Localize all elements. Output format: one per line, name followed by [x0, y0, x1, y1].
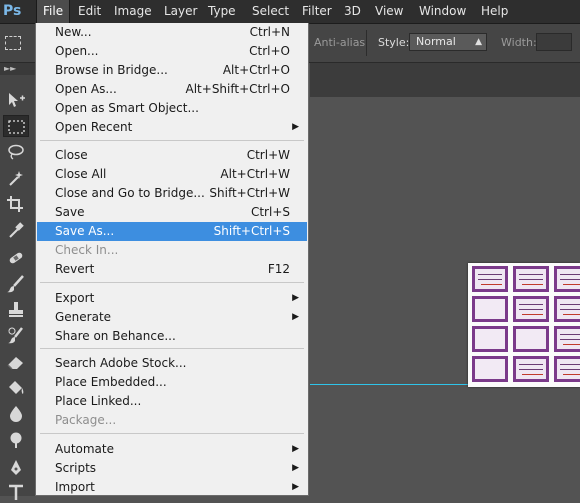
chevron-updown-icon: ▲︎ — [475, 37, 482, 47]
menu-item-import[interactable]: Import ▶ — [37, 478, 307, 497]
paint-bucket-tool-icon[interactable] — [3, 377, 29, 399]
card-2-2 — [513, 296, 549, 322]
card-4-3 — [554, 356, 580, 382]
dodge-tool-icon[interactable] — [3, 429, 29, 451]
submenu-arrow-icon: ▶ — [292, 444, 299, 454]
menu-item-search-adobe-stock[interactable]: Search Adobe Stock... — [37, 354, 307, 373]
healing-brush-tool-icon[interactable] — [3, 247, 29, 269]
menu-item-save-as[interactable]: Save As... Shift+Ctrl+S — [37, 222, 307, 241]
menu-item-revert[interactable]: Revert F12 — [37, 260, 307, 279]
menu-item-generate[interactable]: Generate ▶ — [37, 308, 307, 327]
menu-help[interactable]: Help — [475, 0, 514, 23]
document-tab-strip — [310, 63, 580, 97]
menu-file[interactable]: File — [36, 0, 70, 23]
menu-item-place-embedded[interactable]: Place Embedded... — [37, 373, 307, 392]
menu-item-place-linked[interactable]: Place Linked... — [37, 392, 307, 411]
menu-type[interactable]: Type — [202, 0, 242, 23]
width-input[interactable] — [536, 33, 572, 51]
marquee-preset-icon[interactable] — [5, 36, 21, 50]
menu-item-browse-in-bridge[interactable]: Browse in Bridge... Alt+Ctrl+O — [37, 61, 307, 80]
file-menu-dropdown: New... Ctrl+N Open... Ctrl+O Browse in Bri… — [35, 23, 309, 496]
card-1-2 — [513, 266, 549, 292]
menu-item-close-and-go-to-bridge[interactable]: Close and Go to Bridge... Shift+Ctrl+W — [37, 184, 307, 203]
menu-item-new[interactable]: New... Ctrl+N — [37, 23, 307, 42]
menu-item-save[interactable]: Save Ctrl+S — [37, 203, 307, 222]
eraser-tool-icon[interactable] — [3, 351, 29, 373]
menu-item-open-recent[interactable]: Open Recent ▶ — [37, 118, 307, 137]
card-3-2 — [513, 326, 549, 352]
menu-bar: Ps File Edit Image Layer Type Select Fil… — [0, 0, 580, 24]
pen-tool-icon[interactable] — [3, 457, 29, 479]
card-4-1 — [472, 356, 508, 382]
submenu-arrow-icon: ▶ — [292, 312, 299, 322]
blur-tool-icon[interactable] — [3, 403, 29, 425]
options-divider — [366, 30, 367, 56]
menu-image[interactable]: Image — [108, 0, 158, 23]
photoshop-logo: Ps — [3, 3, 22, 19]
card-2-1 — [472, 296, 508, 322]
submenu-arrow-icon: ▶ — [292, 463, 299, 473]
card-3-3 — [554, 326, 580, 352]
card-3-1 — [472, 326, 508, 352]
clone-stamp-tool-icon[interactable] — [3, 299, 29, 321]
menu-item-open-as[interactable]: Open As... Alt+Shift+Ctrl+O — [37, 80, 307, 99]
menu-select[interactable]: Select — [246, 0, 295, 23]
move-tool-icon[interactable] — [3, 89, 29, 111]
menu-item-package: Package... — [55, 413, 117, 427]
menu-item-open[interactable]: Open... Ctrl+O — [37, 42, 307, 61]
menu-edit[interactable]: Edit — [72, 0, 107, 23]
style-label: Style: — [378, 36, 410, 49]
card-1-1 — [472, 266, 508, 292]
panel-collapse-icon[interactable]: ►► — [0, 63, 35, 75]
marquee-tool-icon[interactable] — [3, 115, 29, 137]
history-brush-tool-icon[interactable] — [3, 325, 29, 347]
style-select-value: Normal — [416, 35, 456, 48]
card-2-3 — [554, 296, 580, 322]
menu-item-close-all[interactable]: Close All Alt+Ctrl+W — [37, 165, 307, 184]
menu-item-open-as-smart-object[interactable]: Open as Smart Object... — [37, 99, 307, 118]
menu-item-automate[interactable]: Automate ▶ — [37, 440, 307, 459]
menu-separator — [40, 140, 304, 141]
magic-wand-tool-icon[interactable] — [3, 167, 29, 189]
anti-alias-label[interactable]: Anti-alias — [314, 36, 365, 49]
style-select[interactable]: Normal ▲︎ — [409, 33, 487, 51]
type-tool-icon[interactable] — [3, 481, 29, 503]
menu-separator — [40, 282, 304, 283]
submenu-arrow-icon: ▶ — [292, 482, 299, 492]
menu-window[interactable]: Window — [413, 0, 472, 23]
menu-3d[interactable]: 3D — [338, 0, 367, 23]
menu-filter[interactable]: Filter — [296, 0, 338, 23]
menu-view[interactable]: View — [369, 0, 409, 23]
tools-panel — [0, 75, 36, 500]
menu-item-scripts[interactable]: Scripts ▶ — [37, 459, 307, 478]
eyedropper-tool-icon[interactable] — [3, 219, 29, 241]
menu-layer[interactable]: Layer — [158, 0, 203, 23]
menu-item-close[interactable]: Close Ctrl+W — [37, 146, 307, 165]
document-canvas[interactable] — [468, 263, 580, 387]
card-4-2 — [513, 356, 549, 382]
menu-item-check-in: Check In... — [55, 243, 119, 257]
menu-item-export[interactable]: Export ▶ — [37, 289, 307, 308]
submenu-arrow-icon: ▶ — [292, 122, 299, 132]
submenu-arrow-icon: ▶ — [292, 293, 299, 303]
crop-tool-icon[interactable] — [3, 193, 29, 215]
card-1-3 — [554, 266, 580, 292]
brush-tool-icon[interactable] — [3, 273, 29, 295]
menu-item-share-on-behance[interactable]: Share on Behance... — [37, 327, 307, 346]
lasso-tool-icon[interactable] — [3, 141, 29, 163]
width-label: Width: — [501, 36, 537, 49]
menu-separator — [40, 433, 304, 434]
menu-separator — [40, 348, 304, 349]
